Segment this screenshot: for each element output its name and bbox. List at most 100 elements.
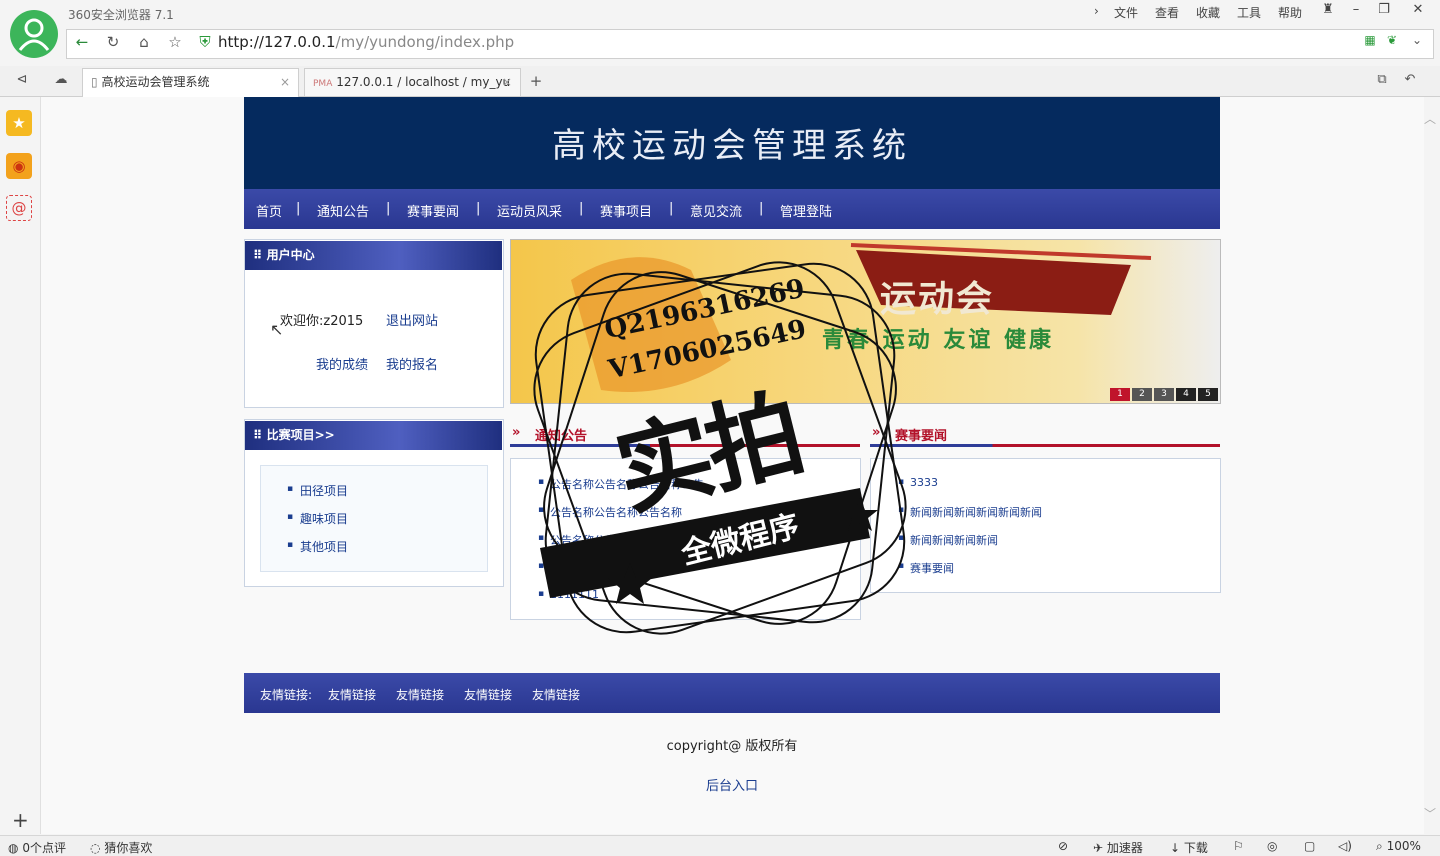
title-bar xyxy=(0,0,1440,30)
comment-icon: ◍ xyxy=(8,841,19,855)
flag-icon[interactable]: ⚐ xyxy=(1233,839,1244,853)
undo-close-icon[interactable]: ↶ xyxy=(1400,72,1420,92)
bullet: ▪ xyxy=(538,589,545,599)
grid-icon: ⠿ xyxy=(253,428,263,442)
email-icon[interactable]: @ xyxy=(6,195,32,221)
slide-page-2[interactable]: 2 xyxy=(1132,388,1152,401)
leaf-icon[interactable]: ❦ xyxy=(1382,33,1402,53)
nav-separator: | xyxy=(669,201,674,216)
zoom-control[interactable]: ⌕ 100% xyxy=(1376,839,1421,854)
like-icon: ◌ xyxy=(90,841,101,855)
weibo-icon[interactable]: ◉ xyxy=(6,153,32,179)
news-item-4[interactable]: 赛事要闻 xyxy=(910,560,954,576)
friend-link-2[interactable]: 友情链接 xyxy=(396,686,444,703)
close-tab-icon[interactable]: × xyxy=(280,69,290,96)
qr-code-icon[interactable]: ▦ xyxy=(1360,33,1380,53)
download-icon: ↓ xyxy=(1170,841,1181,855)
cloud-icon[interactable]: ☁ xyxy=(51,72,71,92)
close-window-button[interactable]: ✕ xyxy=(1405,2,1431,22)
notices-title[interactable]: 通知公告 xyxy=(535,425,587,444)
user-avatar-icon[interactable] xyxy=(10,10,58,58)
star-icon[interactable]: ☆ xyxy=(165,33,185,53)
nav-admin-login[interactable]: 管理登陆 xyxy=(780,201,832,220)
tab-sports-system[interactable]: ▯ 高校运动会管理系统 × xyxy=(82,68,299,97)
bullet: ▪ xyxy=(898,533,905,543)
friend-links-label: 友情链接: xyxy=(260,688,313,702)
url-text[interactable]: http://127.0.0.1/my/yundong/index.php xyxy=(218,33,514,51)
friend-link-3[interactable]: 友情链接 xyxy=(464,686,512,703)
volume-icon[interactable]: ◁) xyxy=(1338,839,1352,853)
nav-separator: | xyxy=(386,201,391,216)
back-icon[interactable]: ← xyxy=(72,33,92,53)
menu-file[interactable]: 文件 xyxy=(1114,4,1138,21)
scroll-down-icon[interactable]: ﹀ xyxy=(1424,805,1436,822)
admin-entry-link[interactable]: 后台入口 xyxy=(244,775,1220,794)
friend-link-4[interactable]: 友情链接 xyxy=(532,686,580,703)
chevron-down-icon[interactable]: ⌄ xyxy=(1407,33,1427,53)
mouse-cursor-icon: ↖ xyxy=(270,320,284,339)
menu-chevron-icon[interactable]: › xyxy=(1094,4,1099,18)
comments-status[interactable]: ◍ 0个点评 xyxy=(8,839,66,856)
skin-icon[interactable]: ♜ xyxy=(1315,2,1341,22)
page-icon: ▯ xyxy=(91,75,98,89)
status-bar xyxy=(0,835,1440,856)
security-icon[interactable]: ⊘ xyxy=(1058,839,1068,853)
ie-icon[interactable]: ◎ xyxy=(1267,839,1277,853)
minimize-button[interactable]: – xyxy=(1343,2,1369,22)
nav-news[interactable]: 赛事要闻 xyxy=(407,201,459,220)
nav-home[interactable]: 首页 xyxy=(256,201,282,220)
friend-link-1[interactable]: 友情链接 xyxy=(328,686,376,703)
pma-icon: PMA xyxy=(313,79,333,89)
nav-notices[interactable]: 通知公告 xyxy=(317,201,369,220)
bullet: ▪ xyxy=(287,512,294,522)
bullet: ▪ xyxy=(538,505,545,515)
accelerator-button[interactable]: ✈ 加速器 xyxy=(1093,839,1143,856)
notice-item-4[interactable]: 公告名称公告名称 xyxy=(550,560,638,576)
event-track-field[interactable]: 田径项目 xyxy=(300,482,348,499)
slide-page-4[interactable]: 4 xyxy=(1176,388,1196,401)
scroll-up-icon[interactable]: ︿ xyxy=(1424,110,1436,127)
download-button[interactable]: ↓ 下载 xyxy=(1170,839,1208,856)
user-center-header: ⠿ 用户中心 xyxy=(245,241,502,270)
copyright-text: copyright@ 版权所有 xyxy=(666,739,798,754)
event-fun[interactable]: 趣味项目 xyxy=(300,510,348,527)
menu-view[interactable]: 查看 xyxy=(1155,4,1179,21)
event-other[interactable]: 其他项目 xyxy=(300,538,348,555)
bullet: ▪ xyxy=(898,561,905,571)
favorites-star-icon[interactable]: ★ xyxy=(6,110,32,136)
slide-page-3[interactable]: 3 xyxy=(1154,388,1174,401)
banner-slogan: 青春 运动 友谊 健康 xyxy=(822,327,1054,353)
news-chevron-icon: » xyxy=(872,425,881,440)
close-tab-icon[interactable]: × xyxy=(502,69,512,96)
home-icon[interactable]: ⌂ xyxy=(134,33,154,53)
menu-tools[interactable]: 工具 xyxy=(1237,4,1261,21)
nav-separator: | xyxy=(476,201,481,216)
nav-separator: | xyxy=(759,201,764,216)
notices-chevron-icon: » xyxy=(512,425,521,440)
tab-list-icon[interactable]: ⧉ xyxy=(1372,72,1392,92)
refresh-icon[interactable]: ↻ xyxy=(103,33,123,53)
my-signup-link[interactable]: 我的报名 xyxy=(386,354,438,373)
nav-feedback[interactable]: 意见交流 xyxy=(690,201,742,220)
window-icon[interactable]: ▢ xyxy=(1304,839,1315,853)
news-item-2[interactable]: 新闻新闻新闻新闻新闻新闻 xyxy=(910,504,1042,520)
guess-you-like[interactable]: ◌ 猜你喜欢 xyxy=(90,839,152,856)
news-item-1[interactable]: 3333 xyxy=(910,476,938,489)
slide-page-5[interactable]: 5 xyxy=(1198,388,1218,401)
my-scores-link[interactable]: 我的成绩 xyxy=(316,354,368,373)
notice-item-3[interactable]: 公告名称公告名称公告名称 xyxy=(550,532,682,548)
nav-athletes[interactable]: 运动员风采 xyxy=(497,201,562,220)
tab-phpmyadmin[interactable]: PMA 127.0.0.1 / localhost / my_yu × xyxy=(304,68,521,96)
logout-link[interactable]: 退出网站 xyxy=(386,310,438,329)
slide-page-1[interactable]: 1 xyxy=(1110,388,1130,401)
menu-favorites[interactable]: 收藏 xyxy=(1196,4,1220,21)
add-sidebar-icon[interactable]: + xyxy=(12,808,29,832)
notice-item-5[interactable]: 1111111 xyxy=(550,588,599,601)
menu-help[interactable]: 帮助 xyxy=(1278,4,1302,21)
nav-events[interactable]: 赛事项目 xyxy=(600,201,652,220)
news-title[interactable]: 赛事要闻 xyxy=(895,425,947,444)
maximize-button[interactable]: ❐ xyxy=(1371,2,1397,22)
news-item-3[interactable]: 新闻新闻新闻新闻 xyxy=(910,532,998,548)
tab-back-icon[interactable]: ⊲ xyxy=(12,72,32,92)
new-tab-button[interactable]: + xyxy=(526,72,546,92)
